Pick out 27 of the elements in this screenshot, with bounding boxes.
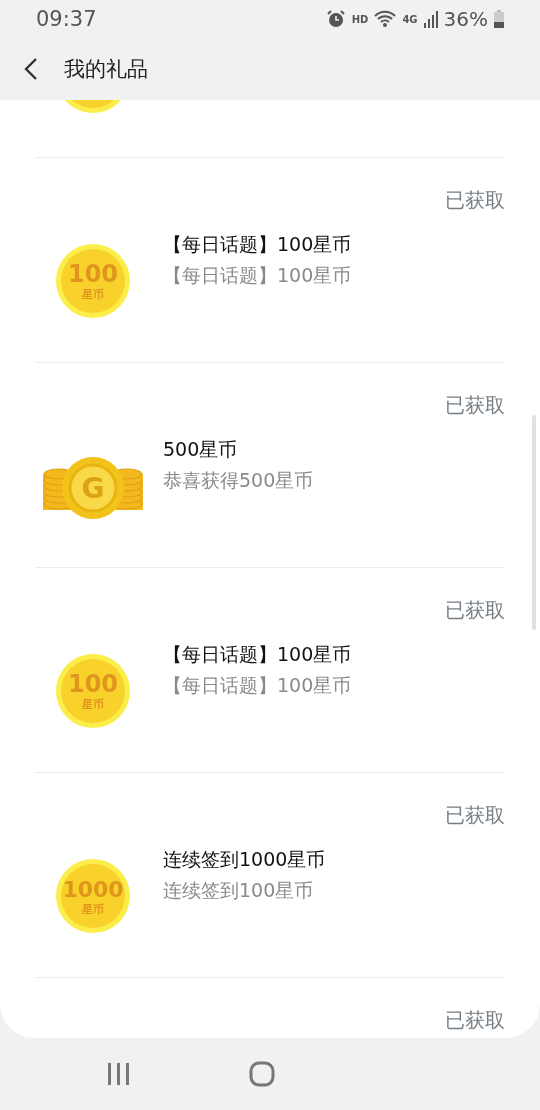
gift-description: 【每日话题】100星币 <box>163 263 352 288</box>
network-type: 4G <box>402 13 418 25</box>
alarm-icon <box>325 9 346 29</box>
coin-icon: 1000 星币 <box>55 858 131 934</box>
gift-status: 已获取 <box>445 1008 505 1032</box>
gift-status: 已获取 <box>445 188 505 212</box>
status-time: 09:37 <box>36 7 97 31</box>
coin-icon: 100 星币 <box>55 243 131 319</box>
gift-description: 连续签到100星币 <box>163 878 315 903</box>
gift-description: 恭喜获得500星币 <box>163 468 314 493</box>
coin-icon: 100 星币 <box>55 653 131 729</box>
recent-apps-icon[interactable] <box>107 1063 131 1085</box>
page-title: 我的礼品 <box>64 56 148 83</box>
wifi-icon <box>374 10 397 28</box>
battery-icon <box>494 10 504 28</box>
gift-status: 已获取 <box>445 803 505 827</box>
gift-description: 【每日话题】100星币 <box>163 673 352 698</box>
signal-icon <box>423 10 438 28</box>
gift-title: 连续签到1000星币 <box>163 847 326 872</box>
home-icon[interactable] <box>249 1061 275 1087</box>
gift-status: 已获取 <box>445 393 505 417</box>
gift-title: 500星币 <box>163 437 239 462</box>
gift-status: 已获取 <box>445 598 505 622</box>
gift-title: 【每日话题】100星币 <box>163 232 352 257</box>
battery-percent: 36% <box>443 7 488 31</box>
hd-indicator: HD <box>351 13 369 25</box>
gift-title: 【每日话题】100星币 <box>163 642 352 667</box>
